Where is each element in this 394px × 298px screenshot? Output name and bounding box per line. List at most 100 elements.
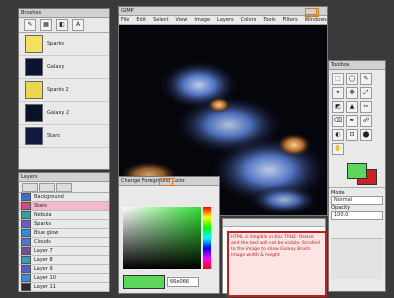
layer-label: Layer 10 — [34, 275, 56, 281]
layer-thumbnail — [21, 238, 31, 246]
layer-row[interactable]: Layer 8 — [19, 256, 109, 265]
tool-grid: ⬚ ◯ ✎ ⌖ ✥ ⤢ ◩ ▲ ✂ ⌫ ✒ ☍ ◐ ⊡ ⬤ ✋ — [329, 70, 385, 158]
layer-row[interactable]: Nebula — [19, 211, 109, 220]
tool-options: Mode Normal Opacity 100.0 — [329, 187, 385, 281]
layer-label: Layer 8 — [34, 257, 53, 263]
layer-row[interactable]: Layer 10 — [19, 274, 109, 283]
layer-row[interactable]: Sparks — [19, 220, 109, 229]
layer-label: Layer 7 — [34, 248, 53, 254]
brush-label: Galaxy 2 — [47, 110, 70, 116]
brush-label: Sparks — [47, 41, 64, 47]
lower-layer-button[interactable] — [56, 182, 72, 192]
layer-thumbnail — [21, 193, 31, 201]
layers-toolbar — [19, 182, 109, 193]
menu-item[interactable]: Edit — [136, 17, 146, 23]
tool-button[interactable]: ⤢ — [360, 87, 372, 99]
layer-thumbnail — [21, 274, 31, 282]
brush-thumbnail — [25, 58, 43, 76]
brush-thumbnail — [25, 127, 43, 145]
menu-item[interactable]: Filters — [283, 17, 298, 23]
layer-label: Background — [34, 194, 64, 200]
tool-button[interactable]: ⬚ — [332, 73, 344, 85]
layer-row[interactable]: Stars — [19, 202, 109, 211]
layer-label: Nebula — [34, 212, 52, 218]
screen: { "window": { "title": "GIMP" }, "menu":… — [0, 0, 394, 298]
tool-button[interactable]: ☍ — [360, 115, 372, 127]
layer-thumbnail — [21, 220, 31, 228]
tool-button[interactable]: ⌫ — [332, 115, 344, 127]
tool-button[interactable]: ✎ — [360, 73, 372, 85]
brush-thumbnail — [25, 104, 43, 122]
layer-thumbnail — [21, 256, 31, 264]
brush-list: Sparks Galaxy Sparks 2 Galaxy 2 Stars — [19, 33, 109, 148]
tool-button[interactable]: ⌖ — [332, 87, 344, 99]
layer-list: Background Stars Nebula Sparks Blue glow Clou… — [19, 193, 109, 292]
tool-button[interactable]: ✋ — [332, 143, 344, 155]
opacity-field[interactable]: 100.0 — [331, 211, 383, 220]
tool-button[interactable]: ⬤ — [360, 129, 372, 141]
layer-row[interactable]: Background — [19, 193, 109, 202]
layer-row[interactable]: Layer 11 — [19, 283, 109, 292]
note-window-titlebar — [223, 219, 325, 227]
window-title: GIMP — [121, 8, 134, 14]
menu-item[interactable]: Windows — [305, 17, 327, 23]
foreground-color-swatch[interactable] — [347, 163, 367, 179]
tool-button[interactable]: ✂ — [360, 101, 372, 113]
note-window: HTML is illegible in this TRUE: Resize a… — [222, 218, 327, 297]
brush-list-item[interactable]: Stars — [19, 125, 109, 148]
color-picker-square[interactable] — [123, 207, 201, 269]
brush-label: Stars — [47, 133, 60, 139]
layer-row[interactable]: Clouds — [19, 238, 109, 247]
brush-list-item[interactable]: Sparks 2 — [19, 79, 109, 102]
toolbox: Toolbox ⬚ ◯ ✎ ⌖ ✥ ⤢ ◩ ▲ ✂ ⌫ ✒ ☍ ◐ ⊡ ⬤ ✋ Mode Normal Opa… — [328, 60, 386, 292]
tool-button[interactable]: ◐ — [332, 129, 344, 141]
brush-list-item[interactable]: Galaxy — [19, 56, 109, 79]
brushes-panel-title: Brushes — [19, 9, 109, 18]
hue-slider[interactable] — [203, 207, 211, 269]
mode-select[interactable]: Normal — [331, 196, 383, 205]
gradient-icon[interactable]: ◧ — [56, 19, 68, 31]
layer-thumbnail — [21, 265, 31, 273]
layers-panel-title: Layers — [19, 173, 109, 182]
new-layer-button[interactable] — [22, 182, 38, 192]
brush-icon[interactable]: ✎ — [24, 19, 36, 31]
brush-label: Galaxy — [47, 64, 65, 70]
font-icon[interactable]: A — [72, 19, 84, 31]
layer-row[interactable]: Layer 9 — [19, 265, 109, 274]
tool-button[interactable]: ◩ — [332, 101, 344, 113]
color-swatches — [345, 161, 385, 187]
layer-thumbnail — [21, 229, 31, 237]
layer-row[interactable]: Blue glow — [19, 229, 109, 238]
tool-button[interactable]: ◯ — [346, 73, 358, 85]
menu-item[interactable]: Layers — [217, 17, 234, 23]
layer-label: Stars — [34, 203, 47, 209]
tool-button[interactable]: ⊡ — [346, 129, 358, 141]
brush-list-item[interactable]: Sparks — [19, 33, 109, 56]
raise-layer-button[interactable] — [39, 182, 55, 192]
layer-row[interactable]: Layer 7 — [19, 247, 109, 256]
menu-item[interactable]: Colors — [241, 17, 257, 23]
tool-button[interactable]: ▲ — [346, 101, 358, 113]
brush-thumbnail — [25, 81, 43, 99]
layers-panel: Layers Background Stars Nebula Sparks Blue g… — [18, 172, 110, 292]
layer-label: Sparks — [34, 221, 51, 227]
menu-item[interactable]: Select — [153, 17, 168, 23]
tool-button[interactable]: ✒ — [346, 115, 358, 127]
color-dialog-title-text: Change Foreground Color — [121, 178, 185, 184]
pattern-icon[interactable]: ▦ — [40, 19, 52, 31]
layer-thumbnail — [21, 211, 31, 219]
layer-label: Layer 9 — [34, 266, 53, 272]
brushes-panel: Brushes ✎ ▦ ◧ A Sparks Galaxy Sparks 2 Gala… — [18, 8, 110, 170]
menu-bar: File Edit Select View Image Layers Colors Tools… — [119, 16, 327, 25]
hex-input[interactable]: 66e066 — [167, 277, 199, 287]
brush-list-item[interactable]: Galaxy 2 — [19, 102, 109, 125]
menu-item[interactable]: Image — [194, 17, 210, 23]
menu-item[interactable]: File — [121, 17, 129, 23]
tool-button[interactable]: ✥ — [346, 87, 358, 99]
menu-item[interactable]: View — [176, 17, 188, 23]
new-color-preview — [123, 275, 165, 289]
color-dialog-title: Change Foreground Color — [119, 177, 219, 186]
brush-label: Sparks 2 — [47, 87, 69, 93]
menu-item[interactable]: Tools — [263, 17, 275, 23]
brush-thumbnail — [25, 35, 43, 53]
